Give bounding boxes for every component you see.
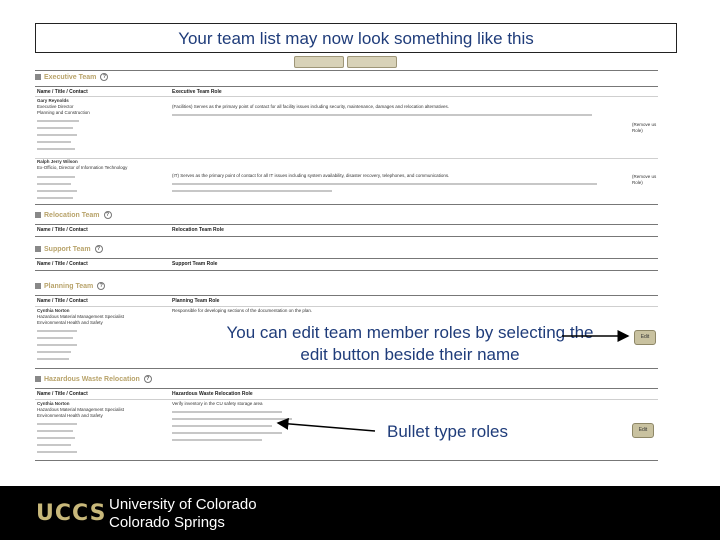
- slide-title-box: Your team list may now look something li…: [35, 23, 677, 53]
- contact-line: [37, 183, 71, 185]
- member-department: Environmental Health and Safety: [37, 320, 103, 325]
- divider: [35, 96, 658, 97]
- contact-line: [37, 344, 77, 346]
- column-header-name: Name / Title / Contact: [37, 227, 88, 233]
- university-line-1: University of Colorado: [109, 496, 257, 513]
- column-header-role: Planning Team Role: [172, 298, 220, 304]
- section-heading-executive: Executive Team?: [35, 73, 109, 85]
- help-icon: ?: [143, 375, 152, 383]
- university-line-2: Colorado Springs: [109, 514, 225, 531]
- divider: [35, 399, 658, 400]
- divider: [35, 224, 658, 225]
- contact-line: [37, 176, 75, 178]
- role-bullet-line: [172, 439, 262, 441]
- edit-button[interactable]: Edit: [634, 330, 656, 345]
- help-icon: ?: [100, 73, 109, 81]
- contact-line: [37, 197, 73, 199]
- role-text: Responsible for developing sections of t…: [172, 308, 313, 313]
- divider: [35, 70, 658, 71]
- column-header-role: Executive Team Role: [172, 89, 222, 95]
- contact-line: [37, 337, 73, 339]
- divider: [35, 236, 658, 237]
- divider: [35, 158, 658, 159]
- member-department: Environmental Health and Safety: [37, 413, 103, 418]
- member-department: Planning and Construction: [37, 110, 90, 115]
- member-title: Ex-Officio, Director of Information Tech…: [37, 165, 128, 170]
- role-bullet: Verify inventory in the CU safety storag…: [172, 401, 263, 406]
- contact-line: [37, 437, 75, 439]
- remove-role-link[interactable]: (Remove us Role): [632, 122, 658, 134]
- help-icon: ?: [97, 282, 106, 290]
- section-heading-relocation: Relocation Team?: [35, 211, 112, 223]
- slide-title: Your team list may now look something li…: [178, 29, 534, 48]
- divider: [35, 460, 658, 461]
- contact-line: [37, 330, 77, 332]
- column-header-role: Relocation Team Role: [172, 227, 224, 233]
- divider: [35, 368, 658, 369]
- contact-line: [37, 141, 71, 143]
- edit-roles-callout: You can edit team member roles by select…: [222, 322, 598, 366]
- contact-line: [37, 120, 79, 122]
- column-header-name: Name / Title / Contact: [37, 261, 88, 267]
- university-name: University of Colorado Colorado Springs: [109, 496, 257, 532]
- contact-line: [37, 451, 77, 453]
- help-icon: ?: [94, 245, 103, 253]
- contact-line: [37, 358, 69, 360]
- contact-line: [37, 134, 77, 136]
- section-heading-hazardous-waste: Hazardous Waste Relocation?: [35, 375, 152, 387]
- divider: [35, 258, 658, 259]
- screenshot-top-button: [347, 56, 397, 68]
- contact-line: [37, 148, 75, 150]
- divider: [35, 306, 658, 307]
- column-header-name: Name / Title / Contact: [37, 391, 88, 397]
- column-header-name: Name / Title / Contact: [37, 298, 88, 304]
- contact-line: [37, 444, 71, 446]
- footer-bar: UCCS University of Colorado Colorado Spr…: [0, 486, 720, 540]
- section-heading-support: Support Team?: [35, 245, 103, 257]
- remove-role-link[interactable]: (Remove us Role): [632, 174, 658, 186]
- role-text-line: [172, 183, 597, 185]
- divider: [35, 86, 658, 87]
- column-header-role: Hazardous Waste Relocation Role: [172, 391, 253, 397]
- uccs-logo: UCCS: [36, 501, 107, 526]
- role-bullet-line: [172, 418, 292, 420]
- column-header-name: Name / Title / Contact: [37, 89, 88, 95]
- divider: [35, 204, 658, 205]
- role-text-line: [172, 114, 592, 116]
- edit-button[interactable]: Edit: [632, 423, 654, 438]
- contact-line: [37, 190, 77, 192]
- divider: [35, 295, 658, 296]
- section-heading-planning: Planning Team?: [35, 282, 106, 294]
- role-bullet-line: [172, 425, 272, 427]
- divider: [35, 388, 658, 389]
- contact-line: [37, 127, 73, 129]
- contact-line: [37, 430, 73, 432]
- column-header-role: Support Team Role: [172, 261, 218, 267]
- screenshot-top-button: [294, 56, 344, 68]
- bullet-roles-callout: Bullet type roles: [376, 421, 519, 443]
- role-text-line: [172, 190, 332, 192]
- role-text: (Facilities) Serves as the primary point…: [172, 104, 450, 109]
- contact-line: [37, 351, 71, 353]
- team-list-screenshot: Executive Team? Name / Title / Contact E…: [32, 70, 658, 462]
- contact-line: [37, 423, 77, 425]
- role-text: (IT) Serves as the primary point of cont…: [172, 173, 450, 178]
- help-icon: ?: [103, 211, 112, 219]
- divider: [35, 270, 658, 271]
- role-bullet-line: [172, 411, 282, 413]
- role-bullet-line: [172, 432, 282, 434]
